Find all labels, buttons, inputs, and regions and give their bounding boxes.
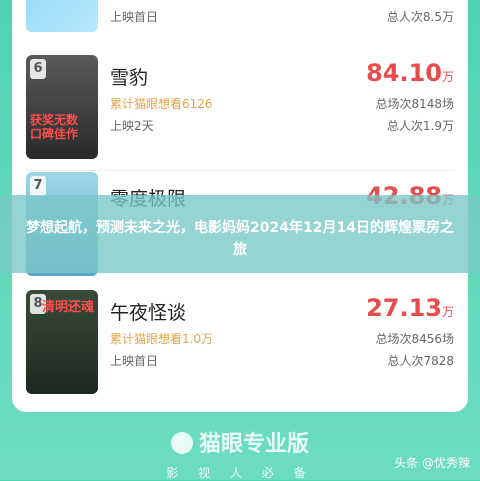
poster-image: 8 清明还魂 [26, 290, 98, 394]
list-item[interactable]: 6 获奖无数 口碑佳作 雪豹 累计猫眼想看6126 上映2天 84.10万 总场… [12, 55, 468, 165]
release-day: 上映首日 [110, 354, 159, 368]
want-count: 累计猫眼想看1.0万 [110, 332, 214, 346]
want-count: 累计猫眼想看6126 [110, 97, 213, 111]
movie-title: 雪豹 [110, 67, 149, 89]
box-office-unit: 万 [441, 70, 454, 84]
box-office-value: 84.10 [366, 59, 442, 87]
rank-badge: 7 [30, 176, 46, 196]
box-office: 84.10万 [366, 59, 454, 87]
audience-count: 总人次1.9万 [386, 119, 454, 133]
brand-name: 猫眼专业版 [198, 432, 309, 457]
banner-text: 梦想起航，预测未来之光，电影妈妈2024年12月14日的辉煌票房之旅 [26, 220, 454, 258]
release-day: 上映2天 [110, 119, 154, 133]
audience-count: 总人次7828 [387, 354, 454, 368]
box-office-value: 27.13 [366, 294, 442, 322]
brand-icon [170, 432, 193, 454]
title-banner: 梦想起航，预测未来之光，电影妈妈2024年12月14日的辉煌票房之旅 [0, 195, 480, 273]
session-count: 总场次8148场 [375, 97, 454, 111]
audience-count: 总人次8.5万 [386, 10, 454, 24]
list-item[interactable]: 上映首日 总人次8.5万 [12, 0, 468, 32]
poster-caption: 清明还魂 [41, 300, 94, 315]
list-item[interactable]: 8 清明还魂 午夜怪谈 累计猫眼想看1.0万 上映首日 27.13万 总场次84… [12, 290, 468, 400]
box-office: 27.13万 [366, 294, 454, 322]
release-day: 上映首日 [110, 10, 159, 24]
divider [26, 170, 454, 171]
poster-image: 6 获奖无数 口碑佳作 [26, 55, 98, 159]
rank-badge: 6 [30, 59, 46, 79]
poster-image [26, 0, 98, 32]
box-office-unit: 万 [441, 305, 454, 319]
poster-caption: 获奖无数 口碑佳作 [30, 113, 79, 141]
session-count: 总场次8456场 [375, 332, 454, 346]
watermark: 头条 @优秀辣 [394, 456, 470, 470]
movie-title: 午夜怪谈 [110, 302, 187, 324]
